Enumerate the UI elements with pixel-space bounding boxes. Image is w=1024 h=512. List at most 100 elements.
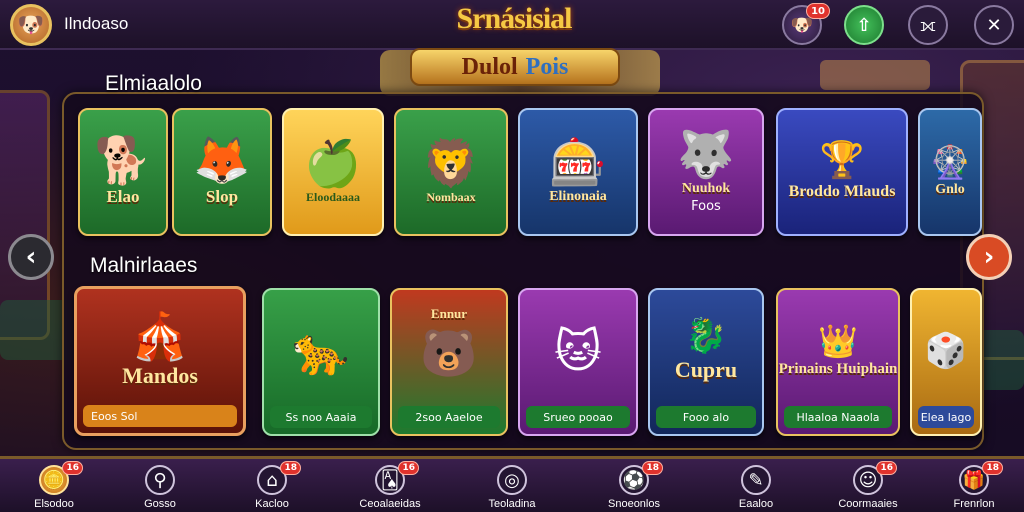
apple-icon: 🍏 xyxy=(304,135,362,190)
user-avatar[interactable]: 🐶 xyxy=(10,4,52,46)
game-title: Nuuhok xyxy=(681,180,731,196)
nav-item-sports[interactable]: ⚽ 18 Snoeonlos xyxy=(584,459,684,512)
pen-icon: ✎ xyxy=(741,465,771,495)
trophy-icon: 🏆 xyxy=(819,140,865,181)
nav-label: Eaaloo xyxy=(738,498,774,510)
nav-badge: 16 xyxy=(62,461,83,475)
nav-item-community[interactable]: ☺ 16 Coormaaies xyxy=(818,459,918,512)
bottom-nav: 🪙 16 Elsodoo ⚲ Gosso ⌂ 18 Kacloo 🂡 16 Ceoal… xyxy=(0,456,1024,512)
game-jackpot: Eoos Sol xyxy=(83,405,237,427)
fox-icon: 🦊 xyxy=(193,133,251,187)
nav-item-lobby[interactable]: ⌂ 18 Kacloo xyxy=(222,459,322,512)
game-card[interactable]: 🐱 Srueo pooao xyxy=(518,288,638,436)
nav-label: Teoladina xyxy=(488,498,536,510)
nav-badge: 18 xyxy=(280,461,301,475)
wheel-icon: 🎡 xyxy=(930,143,970,181)
card-icon: 🂡 16 xyxy=(375,461,419,495)
home-icon: ⌂ 18 xyxy=(257,461,301,495)
wrench-icon: ✕ xyxy=(986,14,1002,36)
nav-item-search[interactable]: ⚲ Gosso xyxy=(110,459,210,512)
game-title: Elinonaia xyxy=(549,189,607,204)
tools-button[interactable]: ✕ xyxy=(974,5,1014,45)
camera-icon: ◎ xyxy=(497,465,527,495)
chevron-right-icon: › xyxy=(983,242,995,272)
gift-icon: 🎁 18 xyxy=(959,461,1003,495)
roulette-icon: 🐆 xyxy=(292,324,350,378)
game-jackpot: 2soo Aaeloe xyxy=(398,406,500,428)
notification-badge: 10 xyxy=(806,3,830,19)
ticket-icon: ⟗ xyxy=(920,14,936,36)
nav-item-cards[interactable]: 🂡 16 Ceoalaeidas xyxy=(340,459,440,512)
game-jackpot: Ss noo Aaaia xyxy=(270,406,372,428)
nav-item-events[interactable]: ✎ Eaaloo xyxy=(706,459,806,512)
nav-label: Kacloo xyxy=(255,498,289,510)
tent-icon: 🎪 xyxy=(131,309,189,363)
nav-item-live[interactable]: ◎ Teoladina xyxy=(462,459,562,512)
deposit-button[interactable]: ⇧ xyxy=(844,5,884,45)
game-title: Slop xyxy=(205,187,239,206)
nav-badge: 18 xyxy=(642,461,663,475)
promo-banner[interactable]: Dulol Pois xyxy=(410,48,620,86)
chevron-left-icon: ‹ xyxy=(25,242,37,272)
user-icon: ☺ 16 xyxy=(853,461,897,495)
nav-badge: 18 xyxy=(982,461,1003,475)
bear-icon: 🐻 xyxy=(420,326,478,380)
carousel-prev-button[interactable]: ‹ xyxy=(8,234,54,280)
slot-icon: 🎰 xyxy=(549,135,607,189)
username: Ilndoaso xyxy=(64,14,129,33)
nav-label: Elsodoo xyxy=(34,498,74,510)
game-card[interactable]: 🐕 Elao xyxy=(78,108,168,236)
game-card[interactable]: 🎲 Elea lago xyxy=(910,288,982,436)
dog-icon: 🐕 xyxy=(94,133,152,187)
nav-badge: 16 xyxy=(398,461,419,475)
game-subtitle: Foos xyxy=(691,198,721,214)
game-title: Prinains Huiphain xyxy=(778,360,898,377)
nav-item-home[interactable]: 🪙 16 Elsodoo xyxy=(4,459,104,512)
game-card[interactable]: 🐻 Ennur 2soo Aaeloe xyxy=(390,288,508,436)
game-card[interactable]: 🍏 Eloodaaaa xyxy=(282,108,384,236)
game-jackpot: Hlaaloa Naaola xyxy=(784,406,892,428)
nav-label: Gosso xyxy=(144,498,176,510)
nav-label: Ceoalaeidas xyxy=(359,498,421,510)
background-lights xyxy=(820,60,930,90)
game-jackpot: Elea lago xyxy=(918,406,974,428)
nav-label: Frenrlon xyxy=(953,498,995,510)
wolf-icon: 🐺 xyxy=(677,126,735,181)
soccer-ball-icon: ⚽ 18 xyxy=(619,461,663,495)
shop-icon: ⇧ xyxy=(856,14,872,36)
app-logo: Srnásisial xyxy=(456,2,572,35)
top-bar: 🐶 Ilndoaso Srnásisial 🐶 10 ⇧ ⟗ ✕ xyxy=(0,0,1024,50)
game-title: Mandos xyxy=(122,363,198,388)
game-card[interactable]: 🐆 Ss noo Aaaia xyxy=(262,288,380,436)
game-card[interactable]: 🎪 Mandos Eoos Sol xyxy=(74,286,246,436)
lion-icon: 🦁 xyxy=(422,135,480,190)
carousel-next-button[interactable]: › xyxy=(966,234,1012,280)
dice-icon: 🎲 xyxy=(924,331,968,371)
search-icon: ⚲ xyxy=(145,465,175,495)
profile-button[interactable]: 🐶 10 xyxy=(782,3,830,45)
game-title: Cupru xyxy=(674,357,738,382)
game-title: Gnlo xyxy=(935,182,965,197)
coin-icon: 🪙 16 xyxy=(39,461,83,495)
game-title: Eloodaaaa xyxy=(305,189,360,204)
banner-text-right: Pois xyxy=(525,53,569,80)
game-card[interactable]: 🐉 Cupru Fooo alo xyxy=(648,288,764,436)
game-card[interactable]: 🏆 Broddo Mlauds xyxy=(776,108,908,236)
game-card[interactable]: 🎰 Elinonaia xyxy=(518,108,638,236)
settings-button[interactable]: ⟗ xyxy=(908,5,948,45)
game-card[interactable]: 🐺 Nuuhok Foos xyxy=(648,108,764,236)
banner-text-left: Dulol xyxy=(461,53,518,80)
dog-avatar-icon: 🐶 xyxy=(17,12,45,38)
game-jackpot: Srueo pooao xyxy=(526,406,630,428)
nav-item-rewards[interactable]: 🎁 18 Frenrlon xyxy=(924,459,1024,512)
section-title: Malnirlaaes xyxy=(90,254,198,277)
game-title: Broddo Mlauds xyxy=(788,183,896,200)
game-card[interactable]: 🎡 Gnlo xyxy=(918,108,982,236)
crown-icon: 👑 xyxy=(818,321,858,360)
nav-badge: 16 xyxy=(876,461,897,475)
game-card[interactable]: 🦊 Slop xyxy=(172,108,272,236)
game-card[interactable]: 🦁 Nombaax xyxy=(394,108,508,236)
game-card[interactable]: 👑 Prinains Huiphain Hlaaloa Naaola xyxy=(776,288,900,436)
game-lobby: 🐶 Ilndoaso Srnásisial 🐶 10 ⇧ ⟗ ✕ Dulol P… xyxy=(0,0,1024,512)
nav-label: Snoeonlos xyxy=(608,498,660,510)
